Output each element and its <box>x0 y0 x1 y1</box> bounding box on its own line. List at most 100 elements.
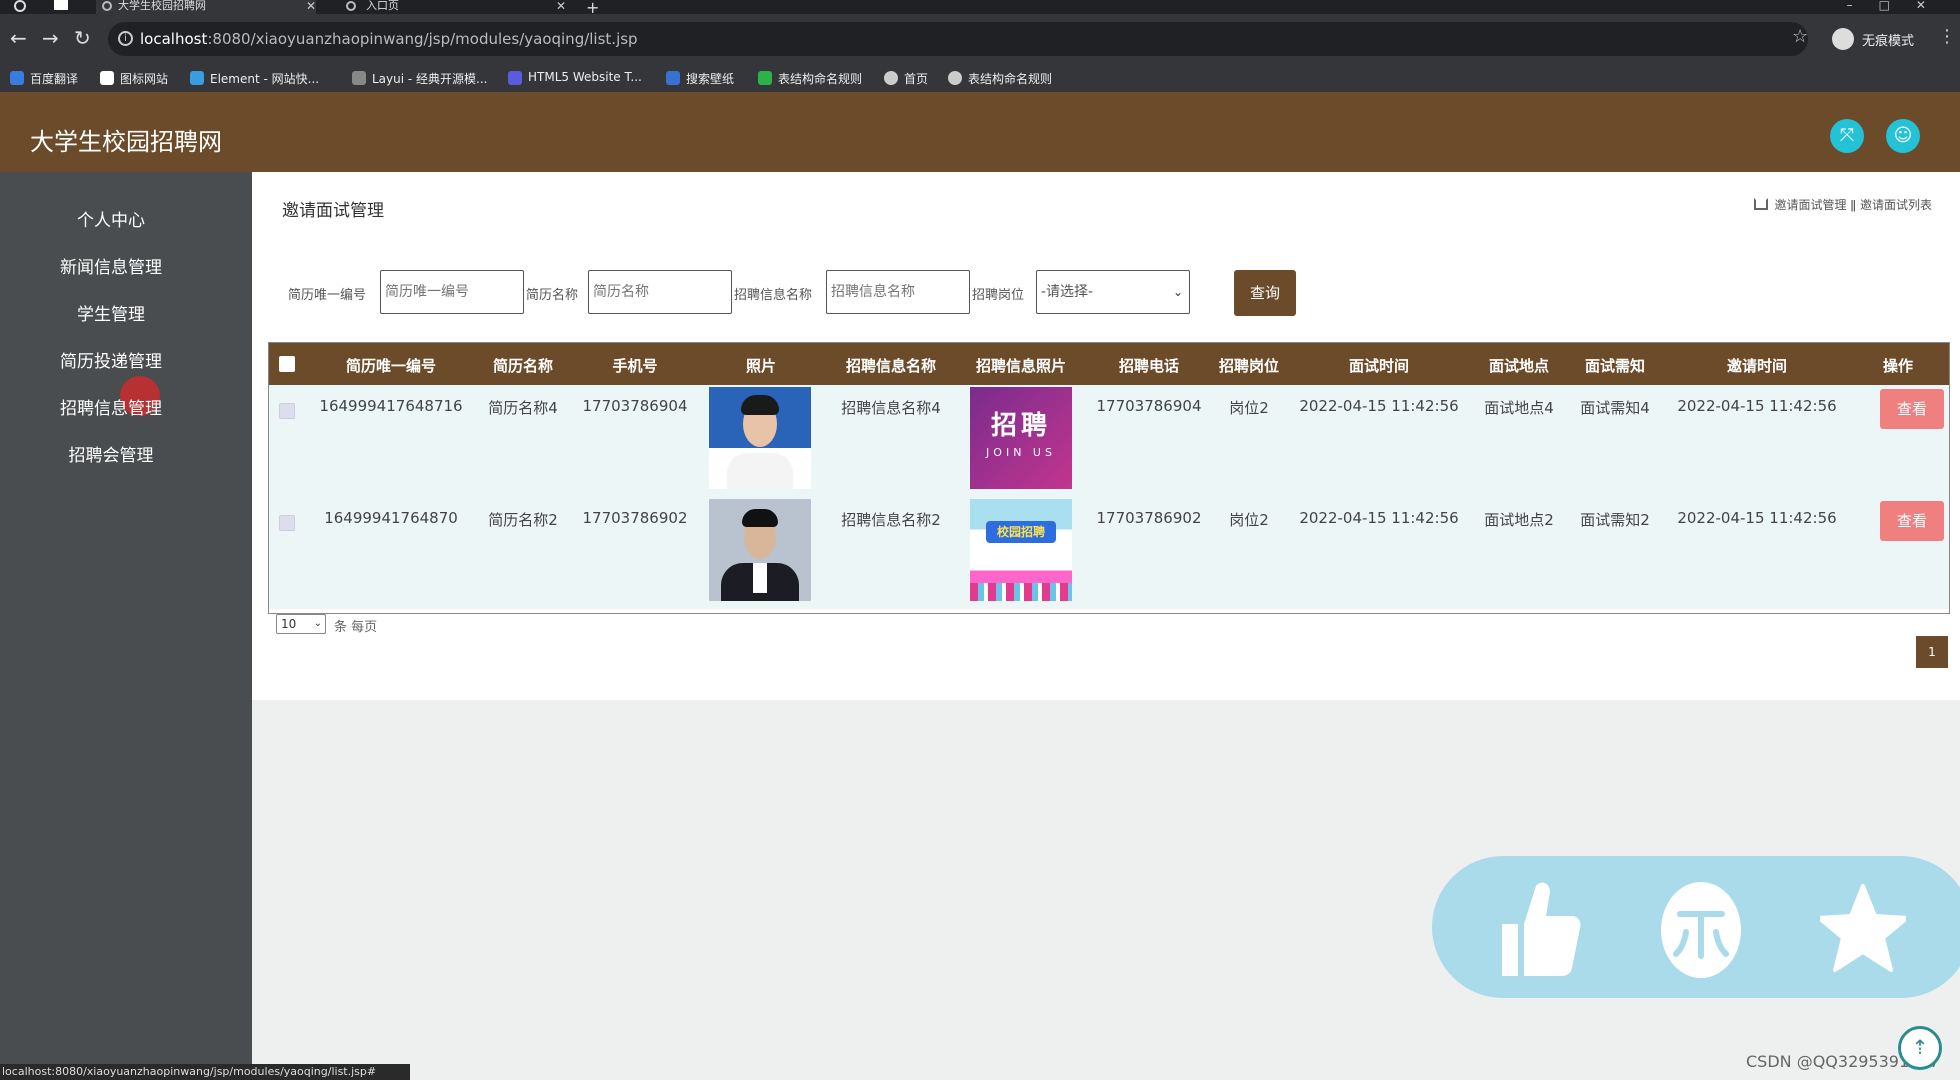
table-row: 16499941764870 简历名称2 17703786902 招聘信息名称2… <box>269 497 1949 609</box>
tab-label: 大学生校园招聘网 <box>118 0 206 12</box>
sidebar-item-job-fair[interactable]: 招聘会管理 <box>0 441 222 466</box>
url-path: :8080/xiaoyuanzhaopinwang/jsp/modules/ya… <box>207 30 638 48</box>
url-host: localhost <box>140 30 208 48</box>
bookmark-icon <box>352 71 366 85</box>
column-header[interactable]: 简历名称 <box>493 355 553 376</box>
sidebar-item-personal-center[interactable]: 个人中心 <box>0 206 222 231</box>
bookmark-item[interactable]: 百度翻译 <box>10 70 78 87</box>
column-header[interactable]: 面试需知 <box>1585 355 1645 376</box>
column-header[interactable]: 招聘岗位 <box>1219 355 1279 376</box>
post-select[interactable]: -请选择- ⌄ <box>1036 270 1190 314</box>
sidebar-item-students[interactable]: 学生管理 <box>0 300 222 325</box>
row-checkbox[interactable] <box>279 403 295 419</box>
user-icon[interactable]: ☺ <box>1886 119 1920 153</box>
column-header[interactable]: 招聘电话 <box>1119 355 1179 376</box>
column-header[interactable]: 操作 <box>1883 355 1913 376</box>
browser-status-url: localhost:8080/xiaoyuanzhaopinwang/jsp/m… <box>0 1064 410 1080</box>
cell-resume-name: 简历名称2 <box>488 511 558 529</box>
view-button[interactable]: 查看 <box>1880 501 1944 541</box>
window-controls[interactable]: –□✕ <box>1847 0 1952 12</box>
page-size-label: 条 每页 <box>334 620 378 635</box>
menu-kebab-icon[interactable]: ⋮ <box>1938 26 1956 47</box>
bookmark-item[interactable]: 首页 <box>884 70 928 87</box>
page-size-select[interactable]: 10 ⌄ <box>276 614 326 634</box>
page-number-button[interactable]: 1 <box>1916 636 1948 668</box>
sidebar-item-news[interactable]: 新闻信息管理 <box>0 253 222 278</box>
cell-phone: 17703786904 <box>582 397 688 415</box>
column-header[interactable]: 面试地点 <box>1489 355 1549 376</box>
forward-icon[interactable]: → <box>42 26 59 50</box>
cell-job-phone: 17703786904 <box>1096 397 1202 415</box>
bookmark-item[interactable]: 图标网站 <box>100 70 168 87</box>
resume-name-input[interactable] <box>588 270 732 314</box>
filter-label-job-name: 招聘信息名称 <box>734 288 813 303</box>
bookmark-icon <box>666 71 680 85</box>
row-checkbox[interactable] <box>279 515 295 531</box>
table-row: 164999417648716 简历名称4 17703786904 招聘信息名称… <box>269 385 1949 497</box>
browser-toolbar: ← → ↻ i localhost:8080/xiaoyuanzhaopinwa… <box>0 14 1960 64</box>
back-icon[interactable]: ← <box>10 26 27 50</box>
cell-interview-time: 2022-04-15 11:42:56 <box>1299 397 1459 415</box>
sidebar-item-resume-delivery[interactable]: 简历投递管理 <box>0 347 222 372</box>
column-header[interactable]: 面试时间 <box>1349 355 1409 376</box>
bookmark-item[interactable]: Element - 网站快... <box>190 70 319 87</box>
bookmark-item[interactable]: 表结构命名规则 <box>948 70 1052 87</box>
cell-interview-time: 2022-04-15 11:42:56 <box>1299 509 1459 527</box>
column-header[interactable]: 照片 <box>746 355 776 376</box>
coin-icon[interactable] <box>1658 880 1744 980</box>
home-icon[interactable] <box>1754 198 1769 210</box>
view-button[interactable]: 查看 <box>1880 389 1944 429</box>
close-tab-icon[interactable]: ✕ <box>306 0 316 12</box>
floating-action-bar <box>1432 856 1960 998</box>
query-button[interactable]: 查询 <box>1234 270 1296 316</box>
site-info-icon[interactable]: i <box>118 31 133 46</box>
thumbs-up-icon[interactable] <box>1498 880 1584 980</box>
bookmark-item[interactable]: 搜索壁纸 <box>666 70 734 87</box>
app-header: 大学生校园招聘网 ⤧ ☺ <box>0 92 1960 172</box>
invitation-table: 简历唯一编号 简历名称 手机号 照片 招聘信息名称 招聘信息照片 招聘电话 招聘… <box>268 342 1950 614</box>
bookmark-item[interactable]: HTML5 Website T... <box>508 70 642 85</box>
incognito-icon[interactable] <box>1832 28 1854 50</box>
address-bar[interactable]: i localhost:8080/xiaoyuanzhaopinwang/jsp… <box>108 22 1808 56</box>
bookmark-icon <box>508 71 522 85</box>
cell-resume-id: 164999417648716 <box>319 397 463 415</box>
bookmark-star-icon[interactable]: ☆ <box>1792 26 1808 47</box>
cell-interview-place: 面试地点4 <box>1484 399 1554 417</box>
browser-tab[interactable]: 入口页 ✕ <box>340 0 566 14</box>
column-header[interactable]: 招聘信息名称 <box>846 355 936 376</box>
fullscreen-icon[interactable]: ⤧ <box>1830 119 1864 153</box>
cell-job-name: 招聘信息名称2 <box>841 511 941 529</box>
page-title: 邀请面试管理 <box>282 201 384 221</box>
filter-label-resume-name: 简历名称 <box>526 288 579 303</box>
select-all-checkbox[interactable] <box>279 356 295 372</box>
table-header: 简历唯一编号 简历名称 手机号 照片 招聘信息名称 招聘信息照片 招聘电话 招聘… <box>269 343 1949 385</box>
browser-tab-active[interactable]: 大学生校园招聘网 ✕ <box>96 0 316 14</box>
cell-job-phone: 17703786902 <box>1096 509 1202 527</box>
back-to-top-icon[interactable]: ⇡ <box>1898 1026 1942 1070</box>
resume-id-input[interactable] <box>380 270 524 314</box>
star-icon[interactable] <box>1820 880 1906 980</box>
column-header[interactable]: 简历唯一编号 <box>346 355 436 376</box>
column-header[interactable]: 手机号 <box>612 355 657 376</box>
bookmark-icon <box>100 71 114 85</box>
job-image: 招聘 JOIN US <box>970 387 1072 489</box>
job-name-input[interactable] <box>826 270 970 314</box>
browser-logo-icon <box>14 0 26 12</box>
sidebar: 个人中心 新闻信息管理 学生管理 简历投递管理 招聘信息管理 招聘会管理 <box>0 172 252 1080</box>
bookmark-item[interactable]: Layui - 经典开源模... <box>352 70 487 87</box>
reload-icon[interactable]: ↻ <box>74 26 91 50</box>
profile-label[interactable]: 无痕模式 <box>1862 30 1914 49</box>
bookmark-item[interactable]: 表结构命名规则 <box>758 70 862 87</box>
column-header[interactable]: 邀请时间 <box>1727 355 1787 376</box>
student-photo <box>709 499 811 601</box>
cell-post: 岗位2 <box>1229 511 1269 529</box>
student-photo <box>709 387 811 489</box>
filter-label-resume-id: 简历唯一编号 <box>288 288 367 303</box>
cell-notice: 面试需知4 <box>1580 399 1650 417</box>
sidebar-item-recruitment-info[interactable]: 招聘信息管理 <box>0 394 222 419</box>
bookmark-icon <box>758 71 772 85</box>
close-tab-icon[interactable]: ✕ <box>556 0 566 12</box>
cell-post: 岗位2 <box>1229 399 1269 417</box>
cell-phone: 17703786902 <box>582 509 688 527</box>
column-header[interactable]: 招聘信息照片 <box>976 355 1066 376</box>
